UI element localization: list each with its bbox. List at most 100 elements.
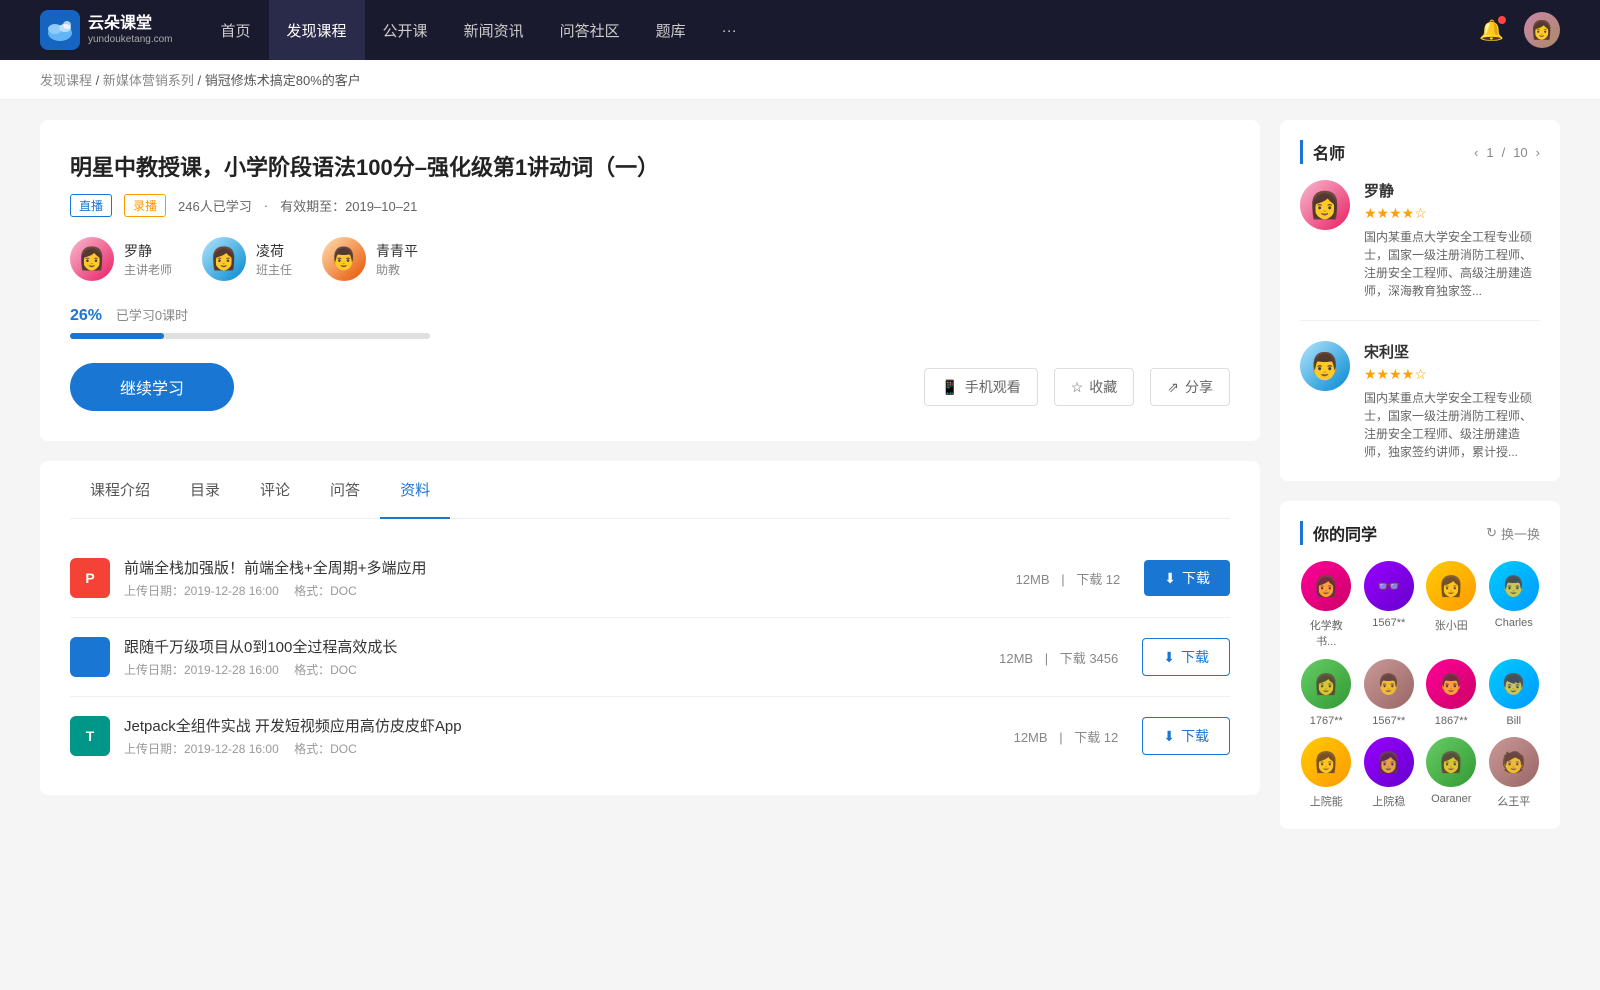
classmate-6-name: 1867** [1435, 715, 1468, 727]
mobile-watch-button[interactable]: 📱 手机观看 [924, 368, 1037, 406]
classmate-0-avatar[interactable]: 👩 [1301, 561, 1351, 611]
teachers-sidebar-title: 名师 [1300, 140, 1345, 164]
classmate-7-name: Bill [1506, 715, 1521, 727]
classmate-4: 👩 1767** [1300, 659, 1353, 727]
next-teacher-btn[interactable]: › [1536, 145, 1540, 160]
teachers-list: 👩 罗静 主讲老师 👩 凌荷 班主任 [70, 237, 1230, 281]
classmate-10-avatar[interactable]: 👩 [1426, 737, 1476, 787]
file-name-2: 跟随千万级项目从0到100全过程高效成长 [124, 636, 995, 657]
download-button-3[interactable]: ⬇ 下载 [1142, 717, 1230, 755]
file-name-3: Jetpack全组件实战 开发短视频应用高仿皮皮虾App [124, 715, 1010, 736]
classmate-4-avatar[interactable]: 👩 [1301, 659, 1351, 709]
course-card: 明星中教授课，小学阶段语法100分–强化级第1讲动词（一） 直播 录播 246人… [40, 120, 1260, 441]
teacher-page-total: 10 [1513, 145, 1527, 160]
classmate-4-name: 1767** [1310, 715, 1343, 727]
tab-resources[interactable]: 资料 [380, 461, 450, 518]
teacher-sidebar-2: 👨 宋利坚 ★★★★☆ 国内某重点大学安全工程专业硕士，国家一级注册消防工程师、… [1300, 341, 1540, 461]
course-meta: 直播 录播 246人已学习 · 有效期至：2019–10–21 [70, 194, 1230, 217]
collect-button[interactable]: ☆ 收藏 [1054, 368, 1135, 406]
teacher-2: 👩 凌荷 班主任 [202, 237, 292, 281]
classmate-2-avatar[interactable]: 👩 [1426, 561, 1476, 611]
classmates-grid: 👩 化学教书... 👓 1567** 👩 张小田 👨 Charles 👩 [1300, 561, 1540, 809]
refresh-button[interactable]: ↻ 换一换 [1486, 524, 1540, 543]
classmate-0-name: 化学教书... [1300, 617, 1353, 649]
file-meta-1: 上传日期：2019-12-28 16:00 格式：DOC [124, 582, 1012, 599]
logo[interactable]: 云朵课堂 yundouketang.com [40, 10, 173, 50]
classmate-6-avatar[interactable]: 👨 [1426, 659, 1476, 709]
nav-home[interactable]: 首页 [203, 0, 269, 60]
action-row: 继续学习 📱 手机观看 ☆ 收藏 ⇗ 分享 [70, 363, 1230, 411]
breadcrumb-series[interactable]: 新媒体营销系列 [103, 73, 194, 88]
nav-open[interactable]: 公开课 [365, 0, 446, 60]
classmate-5: 👨 1567** [1363, 659, 1416, 727]
file-item-3: T Jetpack全组件实战 开发短视频应用高仿皮皮虾App 上传日期：2019… [70, 697, 1230, 775]
breadcrumb-discover[interactable]: 发现课程 [40, 73, 92, 88]
teachers-sidebar-card: 名师 ‹ 1 / 10 › 👩 罗静 ★★★★☆ 国内某重点大学安全工程专业硕士… [1280, 120, 1560, 481]
breadcrumb: 发现课程 / 新媒体营销系列 / 销冠修炼术搞定80%的客户 [0, 60, 1600, 100]
action-buttons: 📱 手机观看 ☆ 收藏 ⇗ 分享 [924, 368, 1230, 406]
classmates-sidebar-title: 你的同学 [1300, 521, 1377, 545]
course-valid: 有效期至：2019–10–21 [280, 196, 417, 215]
classmate-8-avatar[interactable]: 👩 [1301, 737, 1351, 787]
teacher-sidebar-2-desc: 国内某重点大学安全工程专业硕士，国家一级注册消防工程师、注册安全工程师、级注册建… [1364, 389, 1540, 461]
tab-qa[interactable]: 问答 [310, 461, 380, 518]
nav-discover[interactable]: 发现课程 [269, 0, 365, 60]
notification-dot [1498, 16, 1506, 24]
tab-content-resources: P 前端全栈加强版！前端全栈+全周期+多端应用 上传日期：2019-12-28 … [70, 519, 1230, 795]
course-students: 246人已学习 [178, 196, 252, 215]
teacher-sidebar-1-name: 罗静 [1364, 180, 1540, 201]
teacher-sidebar-2-name: 宋利坚 [1364, 341, 1540, 362]
classmate-7-avatar[interactable]: 👦 [1489, 659, 1539, 709]
download-icon-2: ⬇ [1163, 649, 1175, 666]
download-button-2[interactable]: ⬇ 下载 [1142, 638, 1230, 676]
teacher-2-avatar: 👩 [202, 237, 246, 281]
classmate-7: 👦 Bill [1488, 659, 1541, 727]
classmate-9-avatar[interactable]: 👩 [1364, 737, 1414, 787]
prev-teacher-btn[interactable]: ‹ [1474, 145, 1478, 160]
nav-more[interactable]: ··· [704, 0, 755, 60]
classmate-8-name: 上院能 [1310, 793, 1343, 809]
file-stats-2: 12MB | 下载 3456 [995, 648, 1122, 667]
classmate-6: 👨 1867** [1425, 659, 1478, 727]
course-title: 明星中教授课，小学阶段语法100分–强化级第1讲动词（一） [70, 150, 1230, 182]
classmate-11-avatar[interactable]: 🧑 [1489, 737, 1539, 787]
main-layout: 明星中教授课，小学阶段语法100分–强化级第1讲动词（一） 直播 录播 246人… [0, 100, 1600, 869]
download-button-1[interactable]: ⬇ 下载 [1144, 560, 1230, 596]
progress-bar-fill [70, 333, 164, 339]
file-icon-2: 👤 [70, 637, 110, 677]
share-button[interactable]: ⇗ 分享 [1150, 368, 1230, 406]
file-icon-3: T [70, 716, 110, 756]
classmate-8: 👩 上院能 [1300, 737, 1353, 809]
classmate-0: 👩 化学教书... [1300, 561, 1353, 649]
classmate-5-avatar[interactable]: 👨 [1364, 659, 1414, 709]
logo-sub: yundouketang.com [88, 34, 173, 46]
classmate-1: 👓 1567** [1363, 561, 1416, 649]
tabs: 课程介绍 目录 评论 问答 资料 [70, 461, 1230, 519]
tab-catalog[interactable]: 目录 [170, 461, 240, 518]
bell-icon[interactable]: 🔔 [1479, 18, 1504, 43]
nav-news[interactable]: 新闻资讯 [446, 0, 542, 60]
classmate-9-name: 上院稳 [1372, 793, 1405, 809]
teacher-1-name: 罗静 [124, 241, 172, 261]
teacher-pagination: ‹ 1 / 10 › [1474, 145, 1540, 160]
nav-exam[interactable]: 题库 [638, 0, 704, 60]
logo-icon [40, 10, 80, 50]
badge-rec: 录播 [124, 194, 166, 217]
teacher-sidebar-1: 👩 罗静 ★★★★☆ 国内某重点大学安全工程专业硕士，国家一级注册消防工程师、注… [1300, 180, 1540, 321]
nav-qa[interactable]: 问答社区 [542, 0, 638, 60]
tab-intro[interactable]: 课程介绍 [70, 461, 170, 518]
nav-right: 🔔 👩 [1479, 12, 1560, 48]
classmate-5-name: 1567** [1372, 715, 1405, 727]
progress-bar-bg [70, 333, 430, 339]
continue-button[interactable]: 继续学习 [70, 363, 234, 411]
tab-review[interactable]: 评论 [240, 461, 310, 518]
refresh-icon: ↻ [1486, 525, 1497, 541]
file-icon-1: P [70, 558, 110, 598]
teacher-1-role: 主讲老师 [124, 261, 172, 278]
classmate-3-avatar[interactable]: 👨 [1489, 561, 1539, 611]
badge-live: 直播 [70, 194, 112, 217]
classmate-1-avatar[interactable]: 👓 [1364, 561, 1414, 611]
mobile-icon: 📱 [941, 379, 958, 396]
user-avatar-nav[interactable]: 👩 [1524, 12, 1560, 48]
classmate-11: 🧑 么王平 [1488, 737, 1541, 809]
